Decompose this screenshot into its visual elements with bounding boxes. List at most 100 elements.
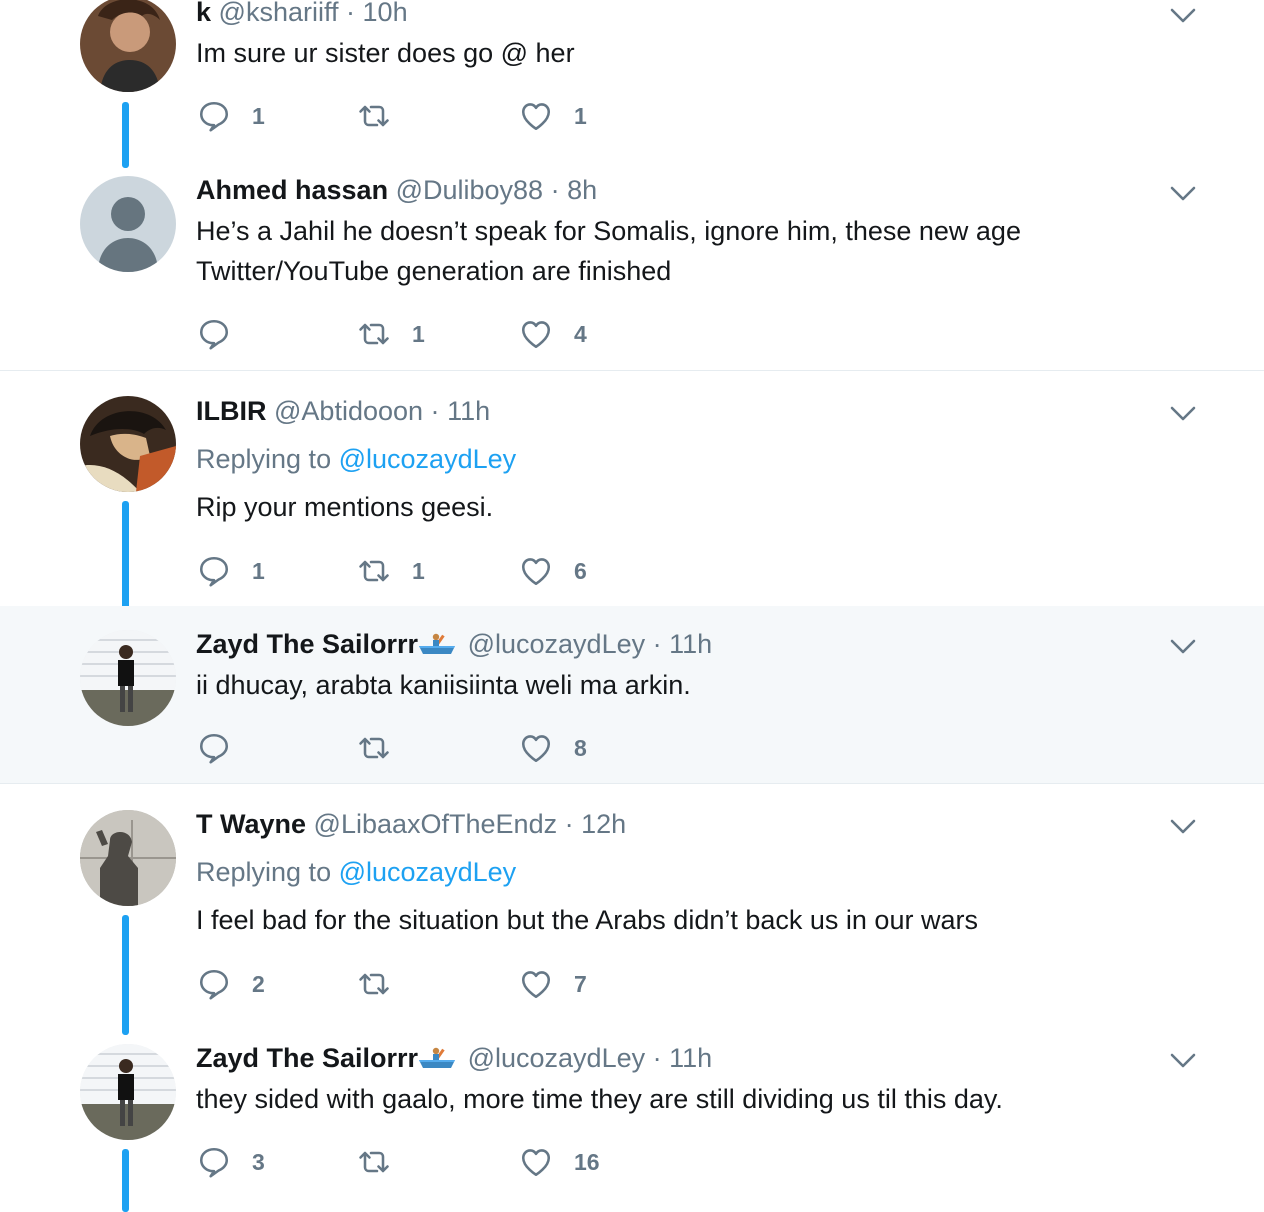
- retweet-button[interactable]: 1: [356, 551, 425, 591]
- retweet-button[interactable]: [356, 96, 412, 136]
- user-handle[interactable]: @kshariiff: [219, 0, 339, 27]
- retweet-icon: [356, 1144, 392, 1180]
- separator-dot: ·: [652, 629, 662, 659]
- rowboat-emoji-icon: [418, 632, 456, 656]
- avatar[interactable]: [80, 0, 176, 92]
- tweet-actions: 2 7: [196, 964, 796, 1004]
- like-button[interactable]: 4: [518, 314, 587, 354]
- reply-button[interactable]: [196, 314, 252, 354]
- replying-to: Replying to @lucozaydLey: [196, 443, 516, 475]
- separator-dot: ·: [346, 0, 356, 27]
- tweet-header: Zayd The Sailorrr @lucozaydLey · 11h: [196, 628, 712, 660]
- tweet-item[interactable]: k @kshariiff · 10h Im sure ur sister doe…: [0, 0, 1264, 170]
- like-count: 16: [574, 1148, 600, 1175]
- heart-icon: [518, 316, 554, 352]
- timestamp[interactable]: 12h: [581, 809, 626, 839]
- tweet-header: T Wayne @LibaaxOfTheEndz · 12h: [196, 808, 626, 840]
- reply-icon: [196, 966, 232, 1002]
- reply-button[interactable]: 1: [196, 96, 265, 136]
- reply-button[interactable]: 2: [196, 964, 265, 1004]
- like-count: 4: [574, 320, 587, 347]
- tweet-header: ILBIR @Abtidooon · 11h: [196, 395, 490, 427]
- tweet-header: Ahmed hassan @Duliboy88 · 8h: [196, 174, 597, 206]
- like-count: 1: [574, 102, 587, 129]
- display-name[interactable]: Ahmed hassan: [196, 175, 388, 205]
- reply-icon: [196, 1144, 232, 1180]
- reply-button[interactable]: [196, 728, 252, 768]
- tweet-header: Zayd The Sailorrr @lucozaydLey · 11h: [196, 1042, 712, 1074]
- tweet-actions: 1 4: [196, 314, 796, 354]
- chevron-down-icon[interactable]: [1168, 635, 1198, 657]
- retweet-icon: [356, 730, 392, 766]
- user-handle[interactable]: @Abtidooon: [274, 396, 423, 426]
- like-button[interactable]: 1: [518, 96, 587, 136]
- separator-dot: ·: [652, 1043, 662, 1073]
- timestamp[interactable]: 11h: [447, 396, 490, 426]
- replying-prefix: Replying to: [196, 857, 332, 887]
- retweet-icon: [356, 316, 392, 352]
- user-handle[interactable]: @lucozaydLey: [468, 1043, 646, 1073]
- display-name[interactable]: Zayd The Sailorrr: [196, 629, 418, 659]
- display-name[interactable]: Zayd The Sailorrr: [196, 1043, 418, 1073]
- reply-count: 3: [252, 1148, 265, 1175]
- tweet-actions: 1 1 6: [196, 551, 796, 591]
- avatar[interactable]: [80, 630, 176, 726]
- tweet-item[interactable]: T Wayne @LibaaxOfTheEndz · 12h Replying …: [0, 785, 1264, 1035]
- tweet-text: Rip your mentions geesi.: [196, 492, 494, 522]
- heart-icon: [518, 1144, 554, 1180]
- retweet-icon: [356, 553, 392, 589]
- tweet-text: Im sure ur sister does go @ her: [196, 38, 575, 68]
- mention-link[interactable]: @lucozaydLey: [339, 444, 517, 474]
- separator-dot: ·: [550, 175, 560, 205]
- like-button[interactable]: 6: [518, 551, 587, 591]
- avatar[interactable]: [80, 176, 176, 272]
- avatar[interactable]: [80, 1044, 176, 1140]
- user-handle[interactable]: @LibaaxOfTheEndz: [314, 809, 558, 839]
- timestamp[interactable]: 11h: [669, 629, 712, 659]
- rowboat-emoji-icon: [418, 1046, 456, 1070]
- tweet-text: ii dhucay, arabta kaniisiinta weli ma ar…: [196, 670, 691, 700]
- reply-button[interactable]: 1: [196, 551, 265, 591]
- like-button[interactable]: 7: [518, 964, 587, 1004]
- display-name[interactable]: T Wayne: [196, 809, 306, 839]
- timestamp[interactable]: 11h: [669, 1043, 712, 1073]
- avatar[interactable]: [80, 396, 176, 492]
- reply-button[interactable]: 3: [196, 1142, 265, 1182]
- user-handle[interactable]: @Duliboy88: [396, 175, 544, 205]
- chevron-down-icon[interactable]: [1168, 1049, 1198, 1071]
- like-button[interactable]: 8: [518, 728, 587, 768]
- display-name[interactable]: ILBIR: [196, 396, 267, 426]
- chevron-down-icon[interactable]: [1168, 182, 1198, 204]
- thread-line: [122, 501, 129, 623]
- tweet-item[interactable]: ILBIR @Abtidooon · 11h Replying to @luco…: [0, 370, 1264, 623]
- like-button[interactable]: 16: [518, 1142, 600, 1182]
- reply-icon: [196, 730, 232, 766]
- heart-icon: [518, 553, 554, 589]
- timestamp[interactable]: 10h: [363, 0, 408, 27]
- user-handle[interactable]: @lucozaydLey: [468, 629, 646, 659]
- chevron-down-icon[interactable]: [1168, 4, 1198, 26]
- separator-dot: ·: [430, 396, 440, 426]
- chevron-down-icon[interactable]: [1168, 815, 1198, 837]
- replying-prefix: Replying to: [196, 444, 332, 474]
- avatar[interactable]: [80, 810, 176, 906]
- chevron-down-icon[interactable]: [1168, 402, 1198, 424]
- tweet-item[interactable]: Zayd The Sailorrr @lucozaydLey · 11h the…: [0, 1035, 1264, 1212]
- thread-line: [122, 1149, 129, 1212]
- retweet-button[interactable]: [356, 728, 412, 768]
- timestamp[interactable]: 8h: [567, 175, 597, 205]
- display-name[interactable]: k: [196, 0, 211, 27]
- heart-icon: [518, 98, 554, 134]
- reply-icon: [196, 98, 232, 134]
- tweet-item-focused[interactable]: Zayd The Sailorrr @lucozaydLey · 11h ii …: [0, 606, 1264, 784]
- tweet-item[interactable]: Ahmed hassan @Duliboy88 · 8h He’s a Jahi…: [0, 170, 1264, 370]
- retweet-button[interactable]: 1: [356, 314, 425, 354]
- retweet-button[interactable]: [356, 1142, 412, 1182]
- mention-link[interactable]: @lucozaydLey: [339, 857, 517, 887]
- retweet-count: 1: [412, 557, 425, 584]
- thread-line: [122, 102, 129, 168]
- tweet-text: He’s a Jahil he doesn’t speak for Somali…: [196, 216, 1021, 286]
- tweet-text: I feel bad for the situation but the Ara…: [196, 905, 978, 935]
- reply-count: 2: [252, 970, 265, 997]
- retweet-button[interactable]: [356, 964, 412, 1004]
